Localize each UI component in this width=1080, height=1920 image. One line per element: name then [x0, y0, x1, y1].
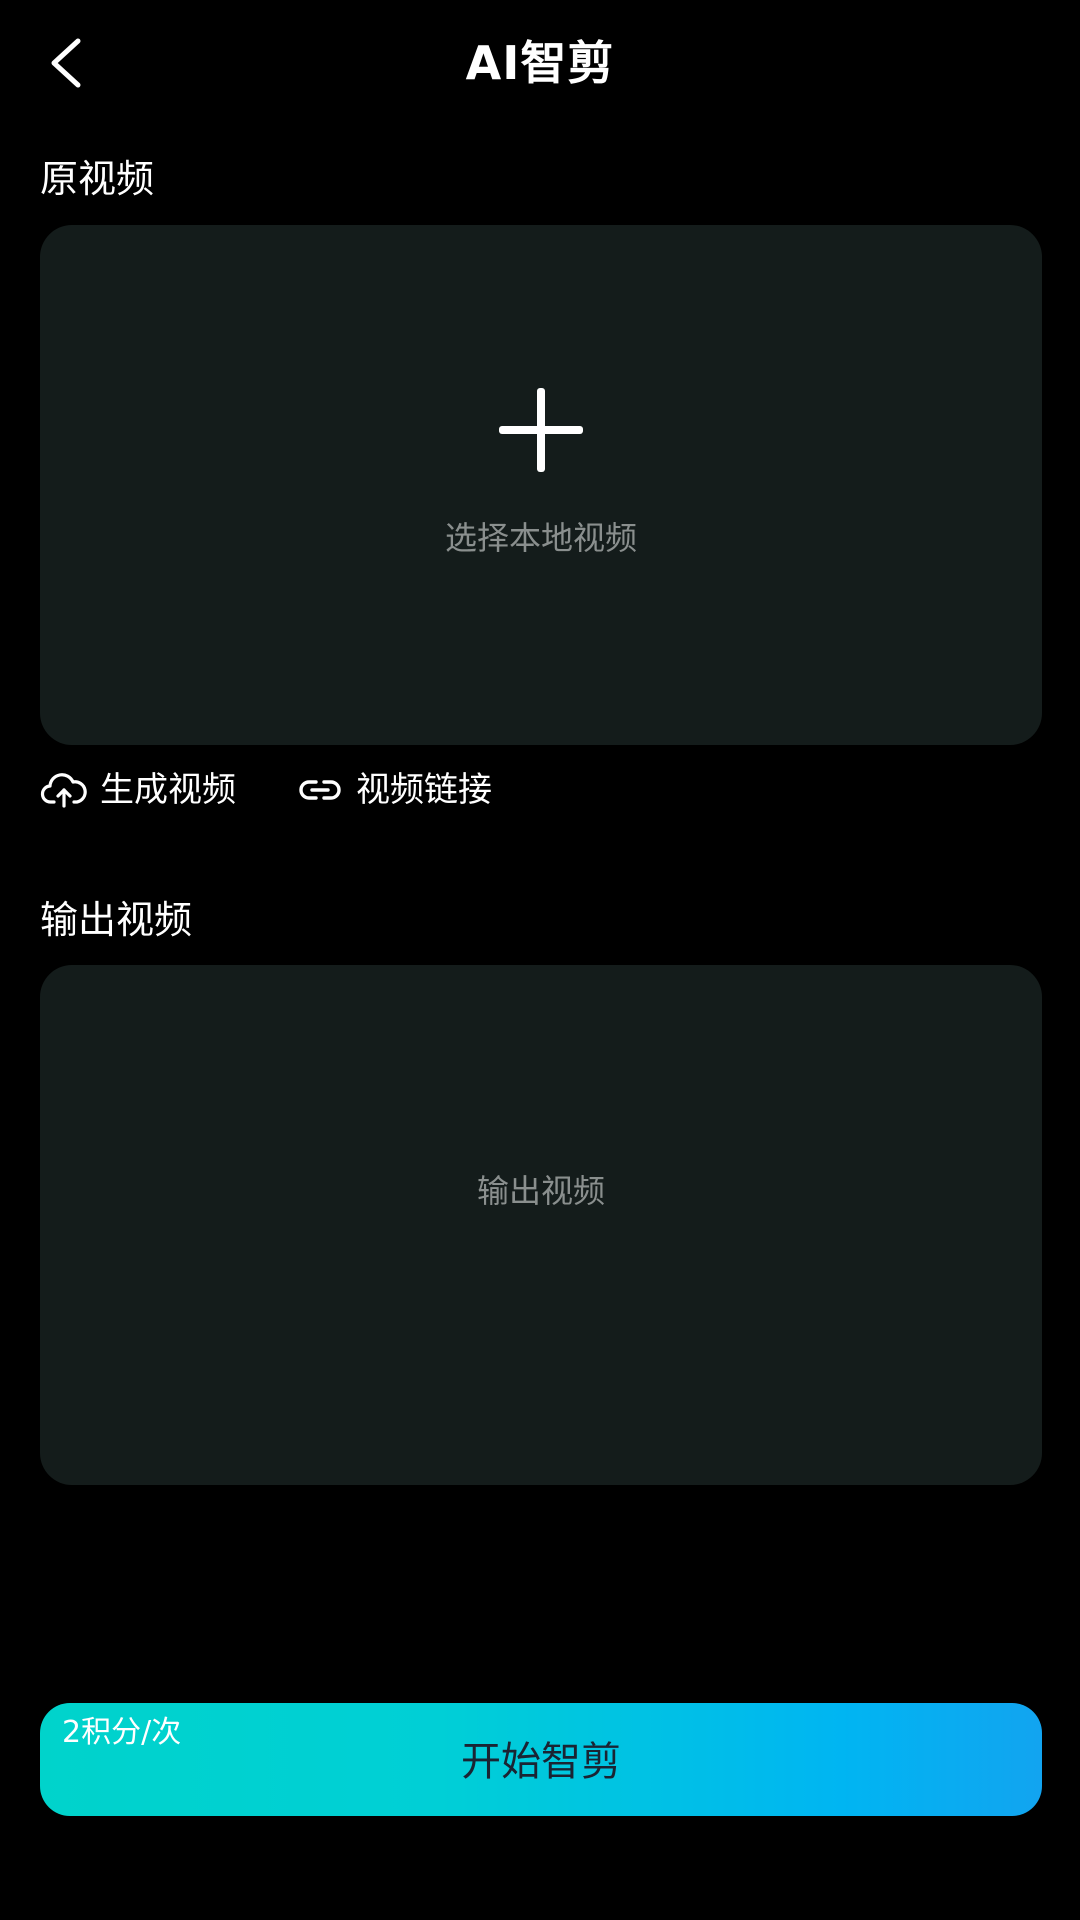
video-link-button[interactable]: 视频链接: [296, 765, 492, 815]
start-smart-edit-button[interactable]: 2积分/次 开始智剪: [40, 1703, 1042, 1816]
cloud-upload-icon: [40, 773, 87, 808]
generate-video-button[interactable]: 生成视频: [40, 765, 236, 815]
output-video-panel: 输出视频: [40, 965, 1042, 1485]
start-smart-edit-label: 开始智剪: [461, 1739, 621, 1785]
select-local-video-panel[interactable]: 选择本地视频: [40, 225, 1042, 745]
source-section-title: 原视频: [40, 157, 155, 201]
plus-icon: [499, 388, 583, 472]
video-link-label: 视频链接: [356, 770, 492, 810]
select-local-video-hint: 选择本地视频: [444, 519, 637, 557]
link-icon: [299, 780, 341, 800]
source-actions: 生成视频 视频链接: [40, 762, 552, 818]
page-title: AI智剪: [465, 36, 615, 90]
header-bar: AI智剪: [0, 0, 1080, 130]
generate-video-label: 生成视频: [100, 770, 236, 810]
output-video-hint: 输出视频: [476, 1172, 605, 1210]
output-section-title: 输出视频: [40, 898, 193, 942]
